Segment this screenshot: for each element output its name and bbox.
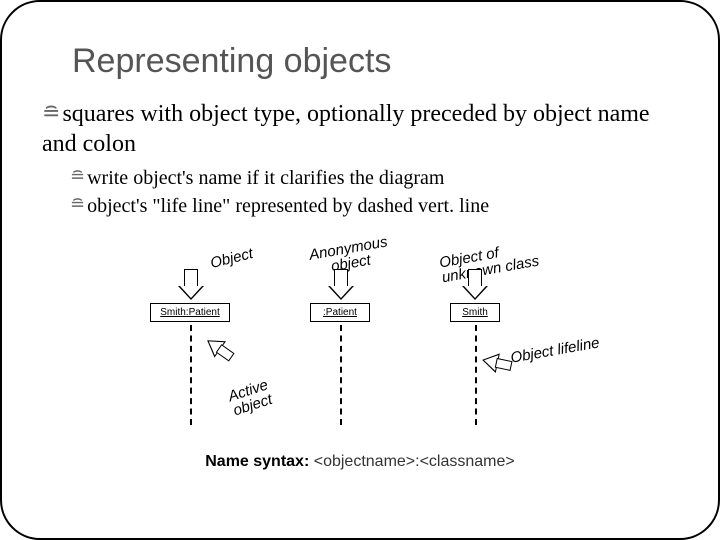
bullet-glyph: ≘ bbox=[70, 165, 85, 188]
bullet-level1: ≘squares with object type, optionally pr… bbox=[42, 99, 678, 159]
label-lifeline: Object lifeline bbox=[509, 335, 600, 365]
arrow-down-icon bbox=[328, 269, 354, 300]
bullet-text: squares with object type, optionally pre… bbox=[42, 101, 650, 157]
syntax-label: Name syntax: bbox=[205, 453, 309, 470]
object-box-named: Smith:Patient bbox=[150, 303, 230, 322]
syntax-value: <objectname>:<classname> bbox=[314, 453, 515, 470]
object-box-unknown: Smith bbox=[450, 303, 500, 322]
sub-bullets: ≘write object's name if it clarifies the… bbox=[70, 165, 678, 219]
bullet-level2: ≘object's "life line" represented by das… bbox=[70, 193, 678, 219]
bullet-text: object's "life line" represented by dash… bbox=[87, 195, 489, 217]
bullet-glyph: ≘ bbox=[42, 99, 60, 127]
bullet-glyph: ≘ bbox=[70, 193, 85, 216]
lifeline-dashed bbox=[475, 325, 477, 425]
bullet-level2: ≘write object's name if it clarifies the… bbox=[70, 165, 678, 191]
slide-title: Representing objects bbox=[72, 42, 678, 81]
bullet-text: write object's name if it clarifies the … bbox=[87, 167, 444, 189]
label-object: Object bbox=[209, 246, 255, 271]
label-unknown-class: Object of unknown class bbox=[438, 239, 540, 286]
lifeline-dashed bbox=[190, 325, 192, 425]
arrow-pointer-icon bbox=[480, 350, 513, 374]
object-box-anonymous: :Patient bbox=[310, 303, 370, 322]
uml-diagram: Object Anonymous object Object of unknow… bbox=[110, 233, 610, 443]
slide-frame: Representing objects ≘squares with objec… bbox=[0, 0, 720, 540]
arrow-pointer-icon bbox=[203, 332, 238, 364]
arrow-down-icon bbox=[178, 269, 204, 300]
lifeline-dashed bbox=[340, 325, 342, 425]
arrow-down-icon bbox=[462, 269, 488, 300]
name-syntax-line: Name syntax: <objectname>:<classname> bbox=[42, 453, 678, 471]
label-active-object: Active object bbox=[226, 377, 274, 418]
